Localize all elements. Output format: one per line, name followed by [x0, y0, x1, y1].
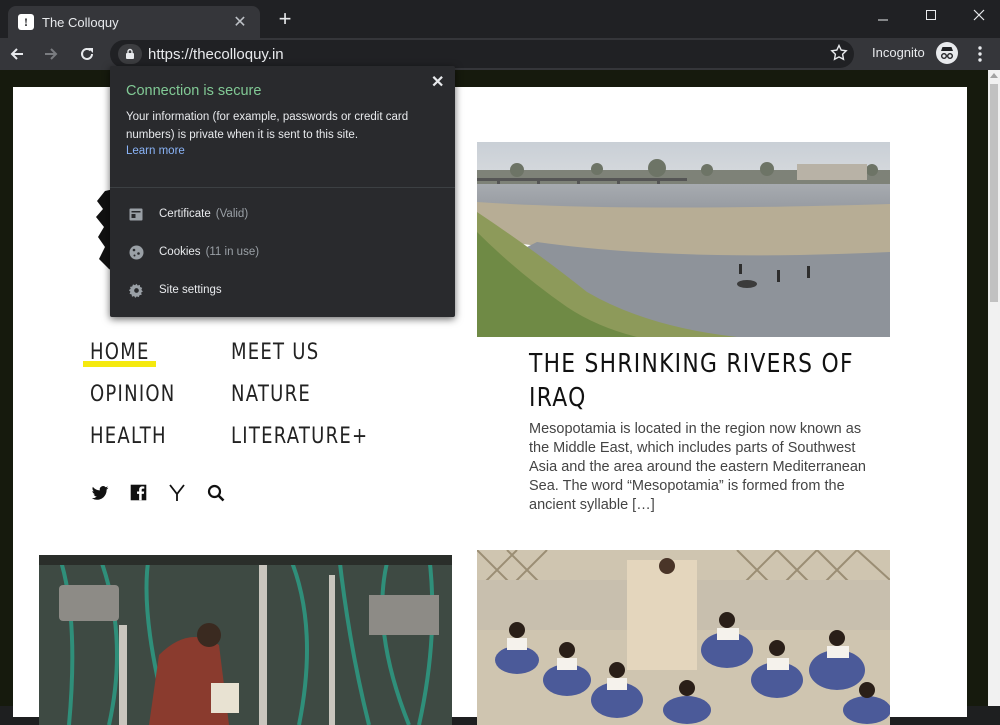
close-icon	[973, 9, 985, 21]
reload-button[interactable]	[75, 42, 99, 66]
popup-divider	[110, 187, 455, 188]
search-icon[interactable]	[207, 484, 227, 504]
certificate-label: Certificate	[159, 208, 211, 220]
forward-button[interactable]	[39, 42, 63, 66]
article-title[interactable]: THE SHRINKING RIVERS OF IRAQ	[529, 347, 865, 415]
cookies-label: Cookies	[159, 246, 201, 258]
certificate-row[interactable]: Certificate (Valid)	[128, 206, 248, 222]
connection-description: Your information (for example, passwords…	[126, 111, 409, 141]
window-close-button[interactable]	[954, 0, 1000, 30]
cookies-count: (11 in use)	[205, 246, 260, 258]
site-favicon: !	[18, 14, 34, 30]
nav-opinion[interactable]: OPINION	[90, 382, 176, 407]
cookie-icon	[128, 244, 144, 260]
popup-close-button[interactable]: ✕	[431, 72, 444, 92]
site-settings-row[interactable]: Site settings	[128, 282, 222, 298]
url-text[interactable]: https://thecolloquy.in	[148, 46, 284, 63]
maximize-icon	[926, 10, 936, 20]
browser-menu-icon[interactable]	[976, 44, 984, 64]
learn-more-link[interactable]: Learn more	[126, 145, 185, 157]
tab-close-button[interactable]: ✕	[230, 12, 250, 32]
article-image-students[interactable]	[477, 550, 890, 725]
arrow-right-icon	[45, 48, 58, 60]
certificate-status: (Valid)	[215, 208, 249, 220]
ycombinator-icon[interactable]	[169, 484, 189, 504]
article-image-pipes[interactable]	[39, 555, 452, 725]
site-info-popup: Connection is secure ✕ Your information …	[110, 66, 455, 317]
incognito-icon[interactable]	[936, 42, 958, 64]
nav-nature[interactable]: NATURE	[231, 382, 311, 407]
site-settings-label: Site settings	[159, 284, 222, 296]
facebook-icon[interactable]	[130, 484, 150, 504]
page-scrollbar[interactable]	[988, 70, 1000, 706]
article-image-river[interactable]	[477, 142, 890, 337]
cookies-row[interactable]: Cookies (11 in use)	[128, 244, 259, 260]
back-button[interactable]	[5, 42, 29, 66]
bookmark-star-icon[interactable]	[830, 43, 848, 67]
certificate-icon	[128, 206, 144, 222]
scroll-up-arrow-icon[interactable]	[990, 73, 998, 78]
tab-title: The Colloquy	[42, 14, 119, 30]
reload-icon	[81, 47, 93, 60]
nav-home[interactable]: HOME	[90, 340, 150, 365]
new-tab-button[interactable]: +	[273, 8, 297, 32]
arrow-left-icon	[10, 48, 23, 60]
scrollbar-thumb[interactable]	[990, 84, 998, 302]
minimize-button[interactable]	[858, 0, 908, 30]
address-bar[interactable]: https://thecolloquy.in	[110, 40, 854, 68]
nav-health[interactable]: HEALTH	[90, 424, 167, 449]
gear-icon	[128, 282, 144, 298]
nav-literature[interactable]: LITERATURE+	[231, 424, 368, 449]
minimize-icon	[878, 19, 888, 21]
connection-secure-heading: Connection is secure	[126, 83, 262, 99]
lock-icon[interactable]	[118, 44, 142, 64]
article-excerpt: Mesopotamia is located in the region now…	[529, 421, 866, 513]
browser-tab[interactable]: ! The Colloquy ✕	[8, 6, 260, 38]
tab-strip: ! The Colloquy ✕ +	[0, 0, 1000, 38]
incognito-label[interactable]: Incognito	[872, 45, 925, 60]
nav-meet-us[interactable]: MEET US	[231, 340, 319, 365]
twitter-icon[interactable]	[91, 484, 111, 504]
maximize-button[interactable]	[906, 0, 956, 30]
